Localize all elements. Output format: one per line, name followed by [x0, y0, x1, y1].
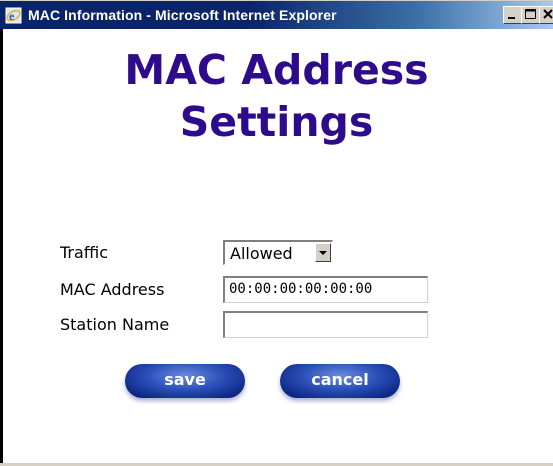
station-name-label: Station Name	[60, 315, 170, 334]
traffic-selected-value: Allowed	[230, 244, 293, 263]
ie-icon: e	[5, 7, 22, 24]
close-button[interactable]	[539, 6, 553, 24]
minimize-icon	[508, 17, 515, 19]
browser-window: e MAC Information - Microsoft Internet E…	[0, 0, 553, 466]
cancel-button[interactable]: cancel	[280, 364, 400, 398]
svg-text:e: e	[9, 9, 15, 23]
mac-address-label: MAC Address	[60, 280, 165, 299]
page-title-line1: MAC Address	[124, 46, 429, 94]
traffic-select[interactable]: Allowed	[223, 240, 333, 265]
minimize-button[interactable]	[503, 6, 522, 24]
traffic-dropdown-button[interactable]	[315, 243, 331, 262]
traffic-label: Traffic	[60, 243, 109, 262]
mac-address-field[interactable]: 00:00:00:00:00:00	[223, 276, 428, 303]
window-title: MAC Information - Microsoft Internet Exp…	[28, 7, 337, 23]
title-bar[interactable]: e MAC Information - Microsoft Internet E…	[0, 0, 553, 29]
save-button[interactable]: save	[125, 364, 245, 398]
maximize-icon	[525, 9, 536, 19]
page-title: MAC Address Settings	[0, 44, 553, 148]
station-name-field[interactable]	[223, 311, 428, 338]
chevron-down-icon	[319, 251, 327, 255]
maximize-button[interactable]	[521, 6, 540, 24]
close-icon	[543, 9, 553, 19]
page-title-line2: Settings	[179, 98, 374, 146]
